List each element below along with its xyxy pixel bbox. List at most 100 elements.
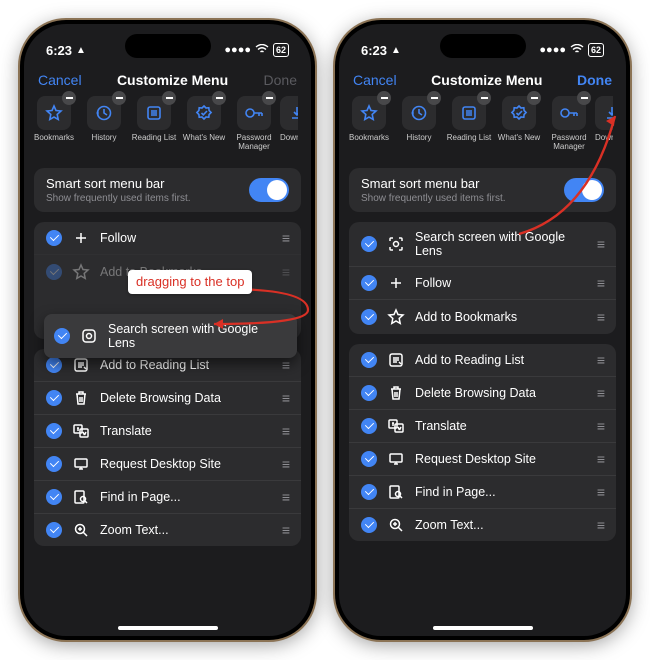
check-icon[interactable]: [46, 357, 62, 373]
check-icon[interactable]: [46, 390, 62, 406]
trash-icon: [387, 385, 405, 401]
translate-icon: [387, 418, 405, 434]
toolbar-item-what's-new[interactable]: What's New: [495, 96, 543, 152]
menu-row[interactable]: Delete Browsing Data: [34, 381, 301, 414]
page-title: Customize Menu: [431, 72, 542, 88]
remove-badge[interactable]: [427, 91, 441, 105]
drag-handle-icon[interactable]: [597, 385, 604, 401]
drag-handle-icon[interactable]: [597, 236, 604, 252]
toolbar-item-reading-list[interactable]: Reading List: [445, 96, 493, 152]
menu-row[interactable]: Zoom Text...: [349, 508, 616, 541]
menu-row[interactable]: Add to Reading List: [349, 344, 616, 376]
check-icon[interactable]: [361, 451, 377, 467]
toolbar-item-password-manager[interactable]: Password Manager: [230, 96, 278, 152]
list-icon: [137, 96, 171, 130]
find-icon: [387, 484, 405, 500]
desktop-icon: [72, 457, 90, 471]
toolbar-item-bookmarks[interactable]: Bookmarks: [345, 96, 393, 152]
drag-handle-icon[interactable]: [597, 418, 604, 434]
key-icon: [552, 96, 586, 130]
menu-row[interactable]: Zoom Text...: [34, 513, 301, 546]
dragging-row[interactable]: Search screen with Google Lens: [44, 314, 297, 358]
signal-icon: ●●●●: [539, 44, 566, 56]
toolbar-item-bookmarks[interactable]: Bookmarks: [30, 96, 78, 152]
drag-handle-icon[interactable]: [597, 517, 604, 533]
toolbar-item-reading-list[interactable]: Reading List: [130, 96, 178, 152]
remove-badge[interactable]: [212, 91, 226, 105]
remove-badge[interactable]: [477, 91, 491, 105]
toolbar-item-history[interactable]: History: [80, 96, 128, 152]
drag-handle-icon[interactable]: [282, 489, 289, 505]
smart-sort-toggle[interactable]: [249, 178, 289, 202]
desktop-icon: [387, 452, 405, 466]
drag-handle-icon[interactable]: [597, 275, 604, 291]
toolbar-item-down[interactable]: Down: [280, 96, 298, 152]
drag-handle-icon[interactable]: [282, 390, 289, 406]
menu-row[interactable]: Search screen with Google Lens: [349, 222, 616, 266]
download-icon: [280, 96, 298, 130]
menu-row[interactable]: Follow: [349, 266, 616, 299]
check-icon[interactable]: [361, 275, 377, 291]
remove-badge[interactable]: [162, 91, 176, 105]
check-icon[interactable]: [361, 352, 377, 368]
menu-row[interactable]: Request Desktop Site: [349, 442, 616, 475]
menu-row[interactable]: Translate: [34, 414, 301, 447]
drag-handle-icon[interactable]: [282, 522, 289, 538]
toolbar-item-password-manager[interactable]: Password Manager: [545, 96, 593, 152]
menu-row[interactable]: Find in Page...: [349, 475, 616, 508]
lens-icon: [80, 328, 98, 344]
star-icon: [37, 96, 71, 130]
check-icon[interactable]: [46, 456, 62, 472]
drag-handle-icon[interactable]: [282, 456, 289, 472]
drag-handle-icon[interactable]: [282, 423, 289, 439]
menu-row[interactable]: Request Desktop Site: [34, 447, 301, 480]
home-indicator[interactable]: [118, 626, 218, 630]
toolbar-item-what's-new[interactable]: What's New: [180, 96, 228, 152]
wifi-icon: [570, 44, 584, 57]
home-indicator[interactable]: [433, 626, 533, 630]
done-button[interactable]: Done: [264, 72, 297, 88]
status-time: 6:23: [46, 43, 72, 58]
battery-icon: 62: [273, 43, 289, 57]
check-icon[interactable]: [361, 385, 377, 401]
remove-badge[interactable]: [262, 91, 276, 105]
remove-badge[interactable]: [112, 91, 126, 105]
list-icon: [452, 96, 486, 130]
remove-badge[interactable]: [62, 91, 76, 105]
drag-handle-icon[interactable]: [282, 264, 289, 280]
check-icon[interactable]: [46, 522, 62, 538]
cancel-button[interactable]: Cancel: [353, 72, 397, 88]
drag-handle-icon[interactable]: [282, 230, 289, 246]
check-icon[interactable]: [46, 489, 62, 505]
remove-badge[interactable]: [577, 91, 591, 105]
toolbar-item-down[interactable]: Down: [595, 96, 613, 152]
drag-handle-icon[interactable]: [597, 352, 604, 368]
cancel-button[interactable]: Cancel: [38, 72, 82, 88]
check-icon[interactable]: [361, 309, 377, 325]
smart-sort-title: Smart sort menu bar: [46, 176, 191, 191]
check-icon[interactable]: [46, 423, 62, 439]
menu-row[interactable]: Translate: [349, 409, 616, 442]
smart-sort-section: Smart sort menu bar Show frequently used…: [349, 168, 616, 212]
done-button[interactable]: Done: [577, 72, 612, 88]
drag-handle-icon[interactable]: [282, 357, 289, 373]
plus-icon: [72, 231, 90, 245]
drag-handle-icon[interactable]: [597, 451, 604, 467]
drag-handle-icon[interactable]: [597, 484, 604, 500]
toolbar-item-history[interactable]: History: [395, 96, 443, 152]
check-icon[interactable]: [361, 418, 377, 434]
toolbar: BookmarksHistoryReading ListWhat's NewPa…: [339, 96, 626, 158]
menu-row[interactable]: Delete Browsing Data: [349, 376, 616, 409]
check-icon[interactable]: [46, 264, 62, 280]
check-icon[interactable]: [361, 517, 377, 533]
remove-badge[interactable]: [377, 91, 391, 105]
check-icon[interactable]: [361, 236, 377, 252]
menu-row[interactable]: Follow: [34, 222, 301, 254]
menu-row[interactable]: Add to Bookmarks: [349, 299, 616, 334]
remove-badge[interactable]: [527, 91, 541, 105]
drag-handle-icon[interactable]: [597, 309, 604, 325]
check-icon[interactable]: [361, 484, 377, 500]
smart-sort-toggle[interactable]: [564, 178, 604, 202]
check-icon[interactable]: [46, 230, 62, 246]
menu-row[interactable]: Find in Page...: [34, 480, 301, 513]
